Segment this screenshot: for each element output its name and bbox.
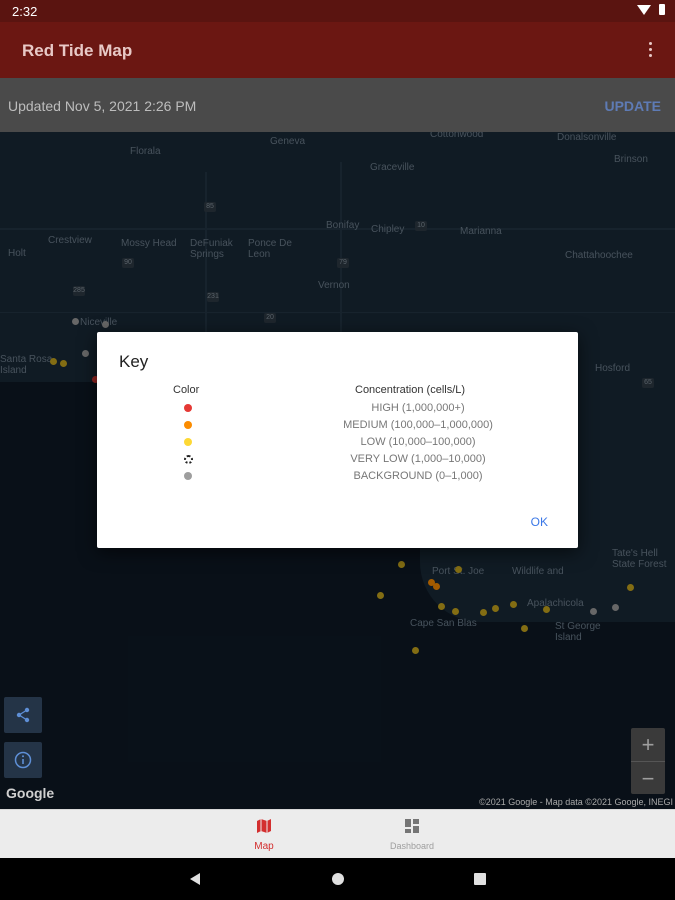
key-row-high: HIGH (1,000,000+) [97, 401, 578, 417]
info-button[interactable] [4, 742, 42, 778]
back-icon[interactable] [188, 872, 202, 886]
bottom-navigation: Map Dashboard [0, 809, 675, 859]
nav-label-dashboard: Dashboard [389, 841, 435, 851]
zoom-controls: + − [631, 728, 665, 794]
dialog-title: Key [119, 352, 149, 371]
nav-item-dashboard[interactable]: Dashboard [352, 810, 472, 859]
wifi-icon [637, 4, 651, 15]
update-button[interactable]: UPDATE [604, 98, 661, 114]
zoom-in-button[interactable]: + [631, 728, 665, 762]
recents-icon[interactable] [473, 872, 487, 886]
status-bar: 2:32 [0, 0, 675, 22]
key-row-medium: MEDIUM (100,000–1,000,000) [97, 418, 578, 434]
key-row-low: LOW (10,000–100,000) [97, 435, 578, 451]
zoom-out-button[interactable]: − [631, 762, 665, 795]
update-bar: Updated Nov 5, 2021 2:26 PM UPDATE [0, 78, 675, 132]
medium-swatch [184, 421, 192, 429]
map-copyright: ©2021 Google - Map data ©2021 Google, IN… [479, 797, 673, 807]
share-button[interactable] [4, 697, 42, 733]
dashboard-icon [405, 819, 419, 833]
high-label: HIGH (1,000,000+) [371, 402, 465, 414]
nav-item-map[interactable]: Map [204, 810, 324, 859]
ok-button[interactable]: OK [531, 515, 548, 529]
updated-timestamp: Updated Nov 5, 2021 2:26 PM [8, 98, 197, 114]
map-icon [257, 819, 271, 833]
medium-label: MEDIUM (100,000–1,000,000) [343, 419, 493, 431]
low-label: LOW (10,000–100,000) [360, 436, 476, 448]
very-low-swatch [184, 455, 193, 464]
key-dialog: Key Color Concentration (cells/L) HIGH (… [97, 332, 578, 548]
app-bar: Red Tide Map [0, 22, 675, 78]
overflow-menu-icon[interactable] [649, 42, 653, 60]
high-swatch [184, 404, 192, 412]
status-icons [637, 4, 665, 15]
system-navigation-bar [0, 858, 675, 900]
low-swatch [184, 438, 192, 446]
background-label: BACKGROUND (0–1,000) [353, 470, 483, 482]
concentration-column-header: Concentration (cells/L) [355, 384, 466, 396]
color-column-header: Color [173, 384, 200, 396]
key-row-background: BACKGROUND (0–1,000) [97, 469, 578, 485]
info-icon [14, 751, 32, 769]
very-low-label: VERY LOW (1,000–10,000) [350, 453, 486, 465]
home-icon[interactable] [331, 872, 345, 886]
battery-icon [659, 4, 665, 15]
key-row-very-low: VERY LOW (1,000–10,000) [97, 452, 578, 468]
google-logo: Google [6, 785, 55, 801]
nav-label-map: Map [254, 841, 274, 852]
share-icon [16, 707, 30, 723]
background-swatch [184, 472, 192, 480]
status-time: 2:32 [12, 4, 38, 19]
app-title: Red Tide Map [22, 41, 133, 60]
